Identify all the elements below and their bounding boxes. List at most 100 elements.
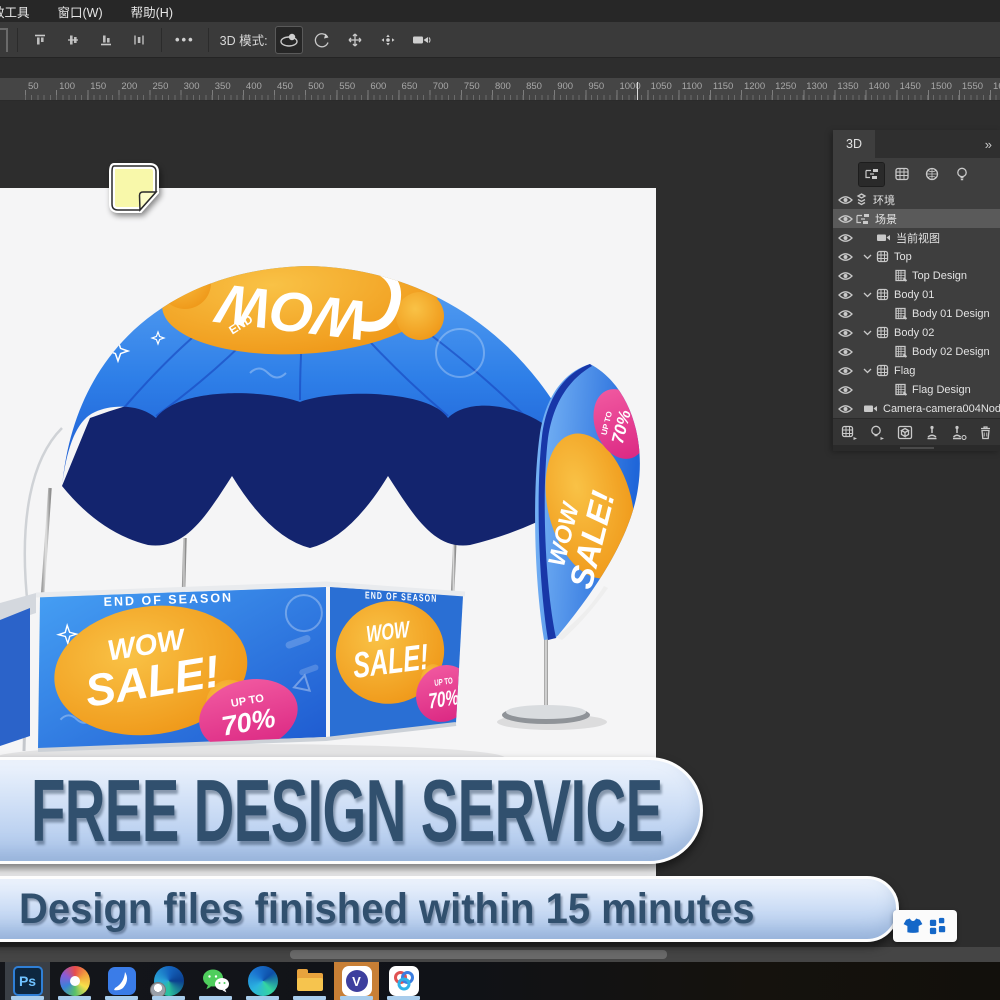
taskbar-browser-swirl[interactable] — [52, 962, 97, 1000]
panel-resize-grip[interactable] — [833, 445, 1000, 451]
3d-layer-row[interactable]: Top Design — [833, 266, 1000, 285]
3d-layer-label: Camera-camera004Nod — [883, 403, 1000, 415]
horizontal-scrollbar-thumb[interactable] — [290, 950, 667, 959]
orbit-camera-3d-mode-icon[interactable] — [276, 27, 302, 53]
3d-layer-row[interactable]: Flag — [833, 361, 1000, 380]
divider — [208, 28, 209, 52]
menu-item-help[interactable]: 帮助(H) — [131, 2, 173, 21]
chevron-down-icon[interactable] — [863, 292, 876, 298]
menu-item-plugins[interactable]: 效工具 — [0, 2, 30, 21]
3d-layer-label: 环境 — [873, 192, 895, 208]
3d-panel-toolbar — [833, 418, 1000, 445]
3d-layer-row[interactable]: Body 01 Design — [833, 304, 1000, 323]
taskbar-edge[interactable] — [240, 962, 285, 1000]
ruler-tick-label: 1450 — [897, 81, 921, 92]
texture-icon — [894, 269, 907, 282]
3d-layer-label: Body 01 — [894, 289, 934, 301]
taskbar-wechat[interactable] — [193, 962, 238, 1000]
3d-panel-tabbar: 3D » — [833, 130, 1000, 158]
ruler[interactable]: 5010015020025030035040045050055060065070… — [0, 78, 1000, 101]
visibility-eye-icon[interactable] — [838, 214, 853, 224]
filter-scene-icon[interactable] — [859, 163, 884, 186]
taskbar-edge-profile[interactable] — [146, 962, 191, 1000]
ruler-tick-label: 1200 — [741, 81, 765, 92]
filter-lights-icon[interactable] — [949, 163, 974, 186]
delete-icon[interactable] — [979, 425, 992, 440]
align-top-icon[interactable] — [27, 27, 53, 53]
new-3d-object-icon[interactable] — [897, 425, 913, 440]
taskbar-circles-app[interactable] — [381, 962, 426, 1000]
options-bar: ••• 3D 模式: — [0, 22, 1000, 58]
visibility-eye-icon[interactable] — [838, 385, 853, 395]
visibility-eye-icon[interactable] — [838, 404, 853, 414]
browser-swirl-icon — [60, 966, 90, 996]
environment-icon — [855, 193, 868, 206]
visibility-eye-icon[interactable] — [838, 233, 853, 243]
taskbar-indicator — [199, 996, 232, 1000]
zoom-camera-3d-mode-icon[interactable] — [408, 27, 434, 53]
align-bottom-icon[interactable] — [93, 27, 119, 53]
3d-layer-row[interactable]: 场景 — [833, 209, 1000, 228]
3d-layer-row[interactable]: Top — [833, 247, 1000, 266]
taskbar-v-app[interactable]: V — [334, 962, 379, 1000]
visibility-eye-icon[interactable] — [838, 290, 853, 300]
3d-layer-row[interactable]: 当前视图 — [833, 228, 1000, 247]
visibility-eye-icon[interactable] — [838, 252, 853, 262]
visibility-eye-icon[interactable] — [838, 328, 853, 338]
ruler-tick-label: 1350 — [834, 81, 858, 92]
ruler-tick-label: 150 — [87, 81, 106, 92]
menu-bar: 效工具 窗口(W) 帮助(H) — [0, 0, 1000, 22]
align-center-icon[interactable] — [60, 27, 86, 53]
ruler-tick-label: 600 — [367, 81, 386, 92]
chevron-down-icon[interactable] — [863, 368, 876, 374]
promo-banner-primary-text: FREE DESIGN SERVICE — [31, 760, 663, 862]
3d-layer-row[interactable]: Camera-camera004Nod — [833, 399, 1000, 418]
ruler-tick-label: 1050 — [648, 81, 672, 92]
constraint-target-icon[interactable] — [951, 425, 967, 440]
slide-camera-3d-mode-icon[interactable] — [375, 27, 401, 53]
taskbar-indicator — [293, 996, 326, 1000]
visibility-eye-icon[interactable] — [838, 271, 853, 281]
3d-layer-row[interactable]: Body 01 — [833, 285, 1000, 304]
mesh-icon — [876, 288, 889, 301]
pan-camera-3d-mode-icon[interactable] — [342, 27, 368, 53]
distribute-icon[interactable] — [126, 27, 152, 53]
new-mesh-icon[interactable] — [841, 425, 858, 440]
camera-icon — [863, 404, 878, 413]
more-options-icon[interactable]: ••• — [175, 32, 195, 47]
panel-collapse-icon[interactable]: » — [985, 137, 992, 152]
3d-filter-buttons — [833, 158, 1000, 190]
filter-meshes-icon[interactable] — [889, 163, 914, 186]
wechat-icon — [201, 966, 231, 996]
new-light-icon[interactable] — [870, 425, 885, 440]
chevron-down-icon[interactable] — [863, 330, 876, 336]
ruler-tick-label: 100 — [56, 81, 75, 92]
3d-layer-row[interactable]: Body 02 Design — [833, 342, 1000, 361]
3d-layer-row[interactable]: 环境 — [833, 190, 1000, 209]
3d-layer-row[interactable]: Body 02 — [833, 323, 1000, 342]
photoshop-icon: Ps — [13, 966, 43, 996]
svg-text:70%: 70% — [427, 684, 460, 713]
chevron-down-icon[interactable] — [863, 254, 876, 260]
taskbar-photoshop[interactable]: Ps — [5, 962, 50, 1000]
clipped-tool-icon — [0, 28, 8, 52]
visibility-eye-icon[interactable] — [838, 347, 853, 357]
visibility-eye-icon[interactable] — [838, 195, 853, 205]
3d-layer-label: 场景 — [875, 211, 897, 227]
roll-camera-3d-mode-icon[interactable] — [309, 27, 335, 53]
filter-materials-icon[interactable] — [919, 163, 944, 186]
add-constraint-icon[interactable] — [925, 425, 939, 440]
tshirt-icon — [903, 916, 923, 936]
camera-icon — [876, 233, 891, 242]
ruler-tick-label: 750 — [461, 81, 480, 92]
menu-item-window[interactable]: 窗口(W) — [58, 2, 103, 21]
promo-banner-secondary: Design files finished within 15 minutes — [0, 876, 899, 942]
3d-layer-row[interactable]: Flag Design — [833, 380, 1000, 399]
taskbar-thunder[interactable] — [99, 962, 144, 1000]
annotation-note-icon[interactable] — [106, 160, 162, 214]
ruler-tick-label: 1150 — [710, 81, 733, 92]
taskbar-file-explorer[interactable] — [287, 962, 332, 1000]
tab-3d[interactable]: 3D — [833, 130, 875, 158]
visibility-eye-icon[interactable] — [838, 309, 853, 319]
visibility-eye-icon[interactable] — [838, 366, 853, 376]
